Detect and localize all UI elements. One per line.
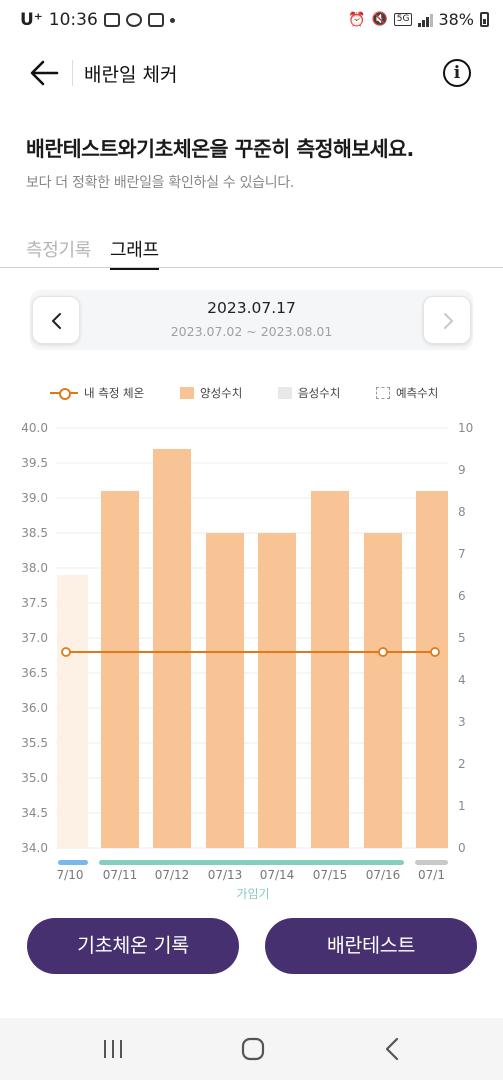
battery-icon [480,12,489,27]
divider [72,60,73,86]
y-left-tick-label: 35.5 [21,736,48,750]
more-notifications-icon [169,17,175,23]
y-right-tick-label: 5 [458,631,466,645]
y-right-tick-label: 4 [458,673,466,687]
legend-my-temp: 내 측정 체온 [50,383,144,403]
legend-label: 양성수치 [200,386,243,400]
bar-positive [311,491,349,848]
y-left-tick-label: 36.5 [21,666,48,680]
legend-label: 내 측정 체온 [84,386,145,400]
predicted-swatch [376,387,390,399]
x-tick-label: 07/1 [418,868,445,882]
chart-legend: 내 측정 체온 양성수치 음성수치 예측수치 [50,383,470,403]
fertile-band-label: 가임기 [236,887,269,901]
gallery-icon [103,13,120,27]
positive-swatch [180,387,194,399]
tab-records[interactable]: 측정기록 [26,236,91,268]
y-left-tick-label: 40.0 [21,421,48,435]
chart-canvas: 40.0 39.5 39.0 38.5 38.0 37.5 37.0 36.5 36.0 35.5… [21,421,473,901]
y-left-tick-label: 37.0 [21,631,48,645]
y-right-tick-label: 6 [458,589,466,603]
tab-graph[interactable]: 그래프 [110,236,159,270]
fertile-period-band [99,860,404,865]
y-left-tick-label: 39.5 [21,456,48,470]
bar-positive [101,491,139,848]
alarm-icon: ⏰ [348,11,366,28]
y-left-tick-label: 34.5 [21,806,48,820]
y-right-tick-label: 8 [458,505,466,519]
bar-positive [206,533,244,848]
bar-positive [416,491,448,848]
status-bar: U⁺ 10:36 ⏰ 🔇 5G 38% [0,0,503,44]
date-navigator: 2023.07.17 2023.07.02 ~ 2023.08.01 [30,290,473,350]
temperature-point [430,647,440,657]
x-tick-label: 07/13 [208,868,243,882]
y-right-tick-label: 1 [458,799,466,813]
day-marker [415,860,448,865]
signal-icon [418,13,434,27]
record-temperature-button[interactable]: 기초체온 기록 [27,918,239,974]
x-tick-label: 07/15 [313,868,348,882]
temp-line-swatch [50,387,78,400]
back-arrow-icon[interactable] [28,56,62,90]
y-right-tick-label: 3 [458,715,466,729]
x-tick-label: 07/12 [155,868,190,882]
day-marker [58,860,88,865]
date-range: 2023.07.02 ~ 2023.08.01 [170,324,333,339]
system-nav-bar [0,1018,503,1080]
bar-positive [258,533,296,848]
y-right-tick-label: 9 [458,463,466,477]
y-left-tick-label: 35.0 [21,771,48,785]
home-icon[interactable] [240,1036,266,1062]
talk-icon [125,13,142,27]
ad-icon [147,13,164,27]
negative-swatch [278,387,292,399]
temperature-point [378,647,388,657]
info-icon[interactable]: i [443,59,471,87]
y-left-tick-label: 38.0 [21,561,48,575]
x-tick-label: 07/11 [103,868,138,882]
subheadline: 보다 더 정확한 배란일을 확인하실 수 있습니다. [26,175,295,191]
carrier-label: U⁺ [20,10,43,30]
legend-negative: 음성수치 [278,383,340,403]
selected-date: 2023.07.17 [207,299,296,317]
y-left-tick-label: 39.0 [21,491,48,505]
mute-icon: 🔇 [371,12,388,27]
bar-positive [364,533,402,848]
y-right-tick-label: 7 [458,547,466,561]
y-left-tick-label: 36.0 [21,701,48,715]
headline: 배란테스트와기초체온을 꾸준히 측정해보세요. [26,137,414,161]
tab-bar: 측정기록 그래프 [0,232,503,270]
y-right-tick-label: 10 [458,421,473,435]
ovulation-test-button[interactable]: 배란테스트 [265,918,477,974]
clock: 10:36 [48,10,98,30]
x-tick-label: 07/16 [366,868,401,882]
next-date-button[interactable] [423,296,471,344]
ovulation-chart[interactable]: 40.0 39.5 39.0 38.5 38.0 37.5 37.0 36.5 36.0 35.5… [0,415,503,915]
network-badge: 5G [393,13,413,26]
chevron-right-icon [444,313,453,329]
x-tick-label: 07/14 [260,868,295,882]
y-right-tick-label: 2 [458,757,466,771]
bar-positive [57,575,88,848]
recents-icon[interactable] [100,1036,126,1062]
legend-label: 음성수치 [298,386,341,400]
y-left-tick-label: 37.5 [21,596,48,610]
y-left-tick-label: 38.5 [21,526,48,540]
app-bar: 배란일 체커 i [0,44,503,104]
back-icon[interactable] [380,1036,406,1062]
legend-label: 예측수치 [396,386,439,400]
bar-positive [153,449,191,848]
legend-positive: 양성수치 [180,383,242,403]
page-title: 배란일 체커 [84,64,178,86]
battery-percent: 38% [438,10,474,29]
temperature-point [61,647,71,657]
y-right-tick-label: 0 [458,841,466,855]
legend-predicted: 예측수치 [376,383,438,403]
y-left-tick-label: 34.0 [21,841,48,855]
x-tick-label: 7/10 [57,868,84,882]
